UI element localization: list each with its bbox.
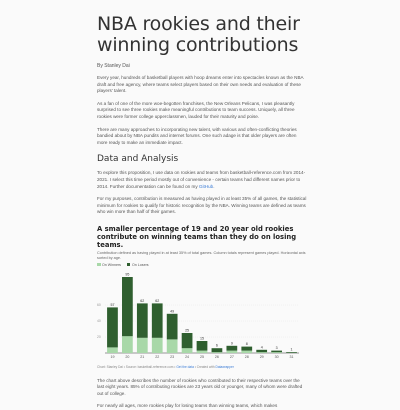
x-tick-label: 24 [185,355,189,359]
bar-winners [226,350,238,353]
bar-total-label: 8 [246,342,248,346]
y-tick-label: 60 [97,303,101,307]
intro-paragraph-2: As a fan of one of the more woe-begotten… [97,100,295,119]
analysis-text-end: . [213,183,215,189]
bar-losers [271,350,282,352]
bar-winners [181,347,193,353]
legend-swatch-losers [126,262,131,267]
bar-total-label: 3 [276,346,278,350]
x-tick-label: 27 [230,355,234,359]
x-tick-label: 26 [215,355,219,359]
bar-losers [196,340,208,351]
bar-winners [271,351,282,353]
x-tick-label: 23 [170,355,174,359]
analysis-paragraph-2: For my purposes, contribution is measure… [97,196,307,215]
bar-winners [107,346,118,353]
bar-total-label: 25 [185,328,189,332]
x-tick-label: 21 [140,355,144,359]
bar-total-label: 62 [140,298,144,302]
analysis-paragraph-1: To explore this proposition, I use data … [97,170,307,190]
bar-losers [181,332,193,348]
github-link[interactable]: GitHub [199,184,213,189]
article: NBA rookies and their winning contributi… [97,0,307,410]
source-text-mid: • Created with [193,364,216,369]
after-paragraph-1: The chart above describes the number of … [97,377,303,396]
bar-losers [107,306,118,347]
after-paragraph-2: For nearly all ages, more rookies play f… [97,403,278,409]
x-tick-label: 19 [110,355,114,359]
bar-winners [196,350,208,353]
bar-total-label: 57 [110,302,114,306]
bar-losers [122,276,133,336]
x-tick-label: 25 [200,355,204,359]
bar-winners [151,337,163,353]
bar-losers [166,313,178,339]
y-tick-label: 20 [97,335,101,339]
intro-paragraph-1: Every year, hundreds of basketball playe… [97,75,304,94]
bar-total-label: 9 [231,341,233,345]
bar-losers [136,302,148,338]
bar-losers [256,349,268,352]
bar-losers [226,345,238,351]
x-tick-label: 28 [245,355,249,359]
chart-title: A smaller percentage of 19 and 20 year o… [97,224,297,249]
bar-total-label: 62 [155,298,159,302]
source-text: Chart: Stanley Dai • Source: basketball-… [97,364,177,369]
bar-losers [286,351,297,353]
legend-label-winners: On Winners [102,262,121,267]
bar-winners [211,351,223,353]
bar-total-label: 1 [291,347,293,351]
datawrapper-link[interactable]: Datawrapper [216,365,234,369]
get-data-link[interactable]: Get the data [176,365,194,369]
x-tick-label: 31 [290,355,294,359]
bar-losers [211,347,223,352]
bar-winners [136,337,148,353]
article-title: NBA rookies and their winning contributi… [97,13,300,56]
bar-total-label: 4 [261,345,263,349]
stacked-bar-chart: 20 40 60 57 19 95 20 62 21 62 22 49 23 25 24 15 25 6 26 9 27… [97,272,299,359]
bar-winners [166,338,178,353]
chart-legend: On Winners On Losers [97,263,307,267]
x-tick-label: 20 [125,355,129,359]
x-tick-label: 22 [155,355,159,359]
x-tick-label: 30 [275,355,279,359]
bar-winners [241,350,253,353]
x-tick-label: 29 [260,355,264,359]
chart-subtitle: Contribution defined as having played in… [97,250,306,260]
bar-total-label: 49 [170,309,174,313]
bar-losers [151,302,163,338]
bar-losers [241,346,253,351]
bar-total-label: 6 [216,343,218,347]
bar-total-label: 15 [200,336,204,340]
chart-source: Chart: Stanley Dai • Source: basketball-… [97,365,307,369]
bar-winners [256,351,268,353]
legend-item-winners: On Winners [97,263,121,267]
bar-total-label: 95 [125,272,129,276]
legend-swatch-winners [97,262,101,267]
chart-area: 20 40 60 57 19 95 20 62 21 62 22 49 23 25 24 15 25 6 26 9 27… [97,269,303,364]
bar-winners [122,335,133,353]
y-tick-label: 40 [97,319,101,323]
legend-label-losers: On Losers [131,262,149,267]
section-heading: Data and Analysis [97,154,179,165]
intro-paragraph-3: There are many approaches to incorporati… [97,126,297,145]
byline: By Stanley Dai [97,63,130,69]
legend-item-losers: On Losers [126,262,149,267]
